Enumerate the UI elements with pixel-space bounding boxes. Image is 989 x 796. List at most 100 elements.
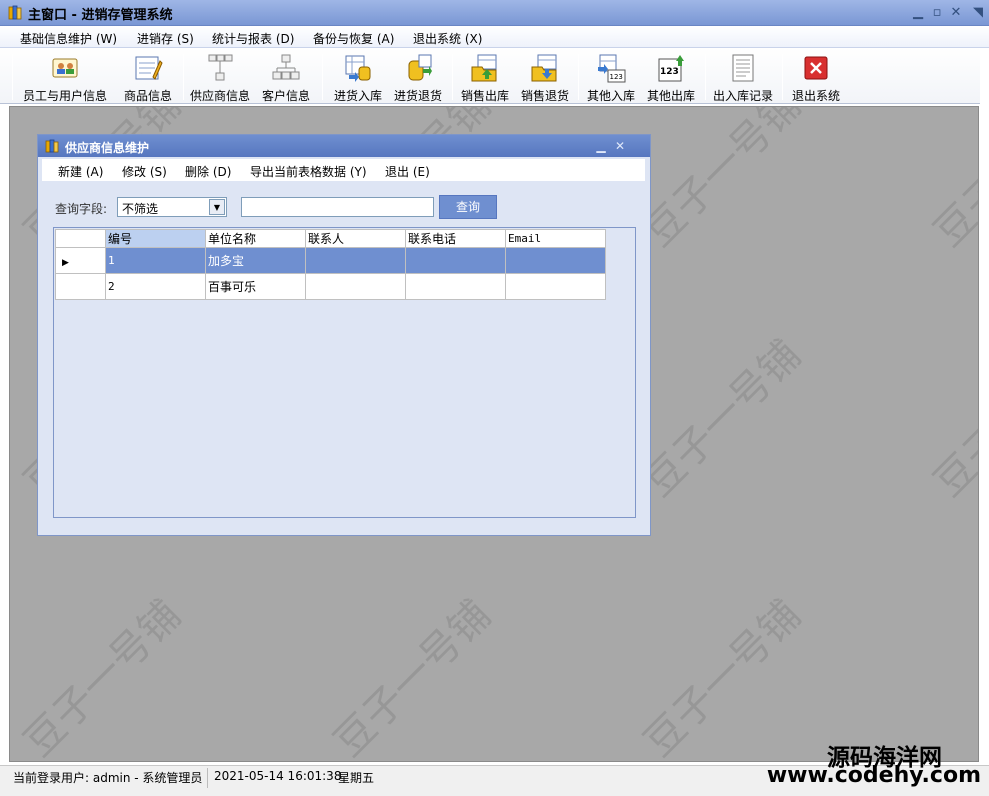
- minimize-icon[interactable]: ▁: [910, 5, 926, 21]
- sale-out-icon: [471, 54, 497, 82]
- menu-statistics[interactable]: 统计与报表 (D): [212, 30, 294, 47]
- table-row[interactable]: 2 百事可乐: [55, 273, 606, 300]
- menu-exit-system[interactable]: 退出系统 (X): [413, 30, 482, 47]
- other-in-icon: 123: [598, 54, 626, 83]
- current-row-arrow-icon: ▶: [62, 257, 69, 268]
- inout-record-button[interactable]: 出入库记录: [709, 50, 777, 103]
- menu-export[interactable]: 导出当前表格数据 (Y): [250, 163, 367, 180]
- status-separator: [207, 768, 208, 788]
- resize-grip-icon: ◥: [973, 5, 983, 20]
- supplier-window-title: 供应商信息维护: [65, 141, 150, 155]
- stock-return-button[interactable]: 进货退货: [388, 50, 448, 103]
- close-icon[interactable]: ✕: [948, 5, 964, 21]
- watermark: 豆子一号铺: [635, 331, 810, 506]
- row-indicator[interactable]: ▶: [55, 247, 106, 274]
- other-in-button[interactable]: 123 其他入库: [582, 50, 640, 103]
- cell-email[interactable]: [505, 247, 606, 274]
- staff-icon: [52, 58, 78, 78]
- supplier-menubar: 新建 (A) 修改 (S) 删除 (D) 导出当前表格数据 (Y) 退出 (E): [42, 159, 645, 181]
- datetime-status: 2021-05-14 16:01:38: [214, 769, 342, 783]
- sale-return-button[interactable]: 销售退货: [516, 50, 574, 103]
- menu-inventory[interactable]: 进销存 (S): [137, 30, 194, 47]
- main-title-bar: 主窗口 - 进销存管理系统 ▁ ▫ ✕ ◥: [0, 0, 989, 26]
- site-watermark-url: www.codehy.com: [766, 763, 981, 788]
- cell-contact[interactable]: [305, 247, 406, 274]
- cell-phone[interactable]: [405, 273, 506, 300]
- menu-backup[interactable]: 备份与恢复 (A): [313, 30, 394, 47]
- other-out-button[interactable]: 123 其他出库: [642, 50, 700, 103]
- stock-in-button[interactable]: 进货入库: [328, 50, 388, 103]
- watermark: 豆子一号铺: [15, 591, 190, 762]
- supplier-grid[interactable]: 编号 单位名称 联系人 联系电话 Email ▶ 1 加多宝 2 百事可乐: [55, 229, 606, 300]
- other-out-icon: 123: [658, 55, 684, 82]
- maximize-icon[interactable]: ▫: [929, 5, 945, 21]
- books-icon: [8, 5, 22, 20]
- query-field-label: 查询字段:: [55, 202, 108, 216]
- toolbar-separator: [322, 54, 323, 100]
- menu-delete[interactable]: 删除 (D): [185, 163, 231, 180]
- main-menubar: 基础信息维护 (W) 进销存 (S) 统计与报表 (D) 备份与恢复 (A) 退…: [0, 26, 989, 48]
- menu-basic-info[interactable]: 基础信息维护 (W): [20, 30, 117, 47]
- exit-system-button[interactable]: 退出系统: [786, 50, 846, 103]
- svg-text:123: 123: [610, 73, 623, 81]
- toolbar-separator: [183, 54, 184, 100]
- stock-in-icon: [345, 55, 371, 82]
- query-field-select[interactable]: 不筛选 ▼: [117, 197, 227, 217]
- product-info-button[interactable]: 商品信息: [118, 50, 178, 103]
- watermark: 豆子一号铺: [925, 331, 979, 506]
- grid-header-row: 编号 单位名称 联系人 联系电话 Email: [55, 229, 606, 248]
- staff-user-info-button[interactable]: 员工与用户信息: [18, 50, 112, 103]
- toolbar-separator: [12, 54, 13, 100]
- watermark: 豆子一号铺: [635, 106, 810, 256]
- watermark: 豆子一号铺: [635, 591, 810, 762]
- supplier-window-title-bar[interactable]: 供应商信息维护 ▁ ✕: [38, 135, 650, 157]
- customer-tree-icon: [272, 54, 300, 80]
- books-icon: [45, 139, 59, 153]
- cell-email[interactable]: [505, 273, 606, 300]
- column-header-phone[interactable]: 联系电话: [405, 229, 506, 248]
- record-icon: [732, 54, 754, 82]
- grid-corner-cell[interactable]: [55, 229, 106, 248]
- svg-text:123: 123: [660, 67, 679, 77]
- chevron-down-icon[interactable]: ▼: [209, 199, 225, 215]
- table-row[interactable]: ▶ 1 加多宝: [55, 247, 606, 274]
- watermark: 豆子一号铺: [925, 106, 979, 256]
- cell-name[interactable]: 加多宝: [205, 247, 306, 274]
- column-header-name[interactable]: 单位名称: [205, 229, 306, 248]
- customer-info-button[interactable]: 客户信息: [256, 50, 316, 103]
- column-header-email[interactable]: Email: [505, 229, 606, 248]
- cell-phone[interactable]: [405, 247, 506, 274]
- cell-id[interactable]: 2: [105, 273, 206, 300]
- window-title: 主窗口 - 进销存管理系统: [28, 8, 173, 23]
- cell-id[interactable]: 1: [105, 247, 206, 274]
- query-button[interactable]: 查询: [439, 195, 497, 219]
- query-input[interactable]: [241, 197, 434, 217]
- exit-icon: [804, 56, 828, 80]
- sale-out-button[interactable]: 销售出库: [456, 50, 514, 103]
- toolbar-separator: [705, 54, 706, 100]
- menu-exit[interactable]: 退出 (E): [385, 163, 430, 180]
- minimize-icon[interactable]: ▁: [594, 138, 608, 154]
- watermark: 豆子一号铺: [325, 591, 500, 762]
- toolbar-separator: [578, 54, 579, 100]
- column-header-contact[interactable]: 联系人: [305, 229, 406, 248]
- cell-name[interactable]: 百事可乐: [205, 273, 306, 300]
- current-user-status: 当前登录用户: admin - 系统管理员: [13, 771, 203, 785]
- close-icon[interactable]: ✕: [613, 138, 627, 154]
- stock-return-icon: [408, 54, 432, 81]
- supplier-info-button[interactable]: 供应商信息: [188, 50, 252, 103]
- toolbar-separator: [452, 54, 453, 100]
- supplier-grid-panel: 编号 单位名称 联系人 联系电话 Email ▶ 1 加多宝 2 百事可乐: [53, 227, 636, 518]
- menu-new[interactable]: 新建 (A): [58, 163, 103, 180]
- row-indicator[interactable]: [55, 273, 106, 300]
- column-header-id[interactable]: 编号: [105, 229, 206, 248]
- supplier-window: 供应商信息维护 ▁ ✕ 新建 (A) 修改 (S) 删除 (D) 导出当前表格数…: [37, 134, 651, 536]
- toolbar-separator: [782, 54, 783, 100]
- menu-edit[interactable]: 修改 (S): [122, 163, 167, 180]
- weekday-status: 星期五: [338, 771, 375, 785]
- cell-contact[interactable]: [305, 273, 406, 300]
- product-edit-icon: [135, 56, 163, 80]
- supplier-tree-icon: [208, 54, 233, 81]
- main-toolbar: 员工与用户信息 商品信息 供应商信息 客户信息 进货入库 进货退货 销售出库 销…: [0, 48, 980, 104]
- sale-return-icon: [531, 54, 557, 82]
